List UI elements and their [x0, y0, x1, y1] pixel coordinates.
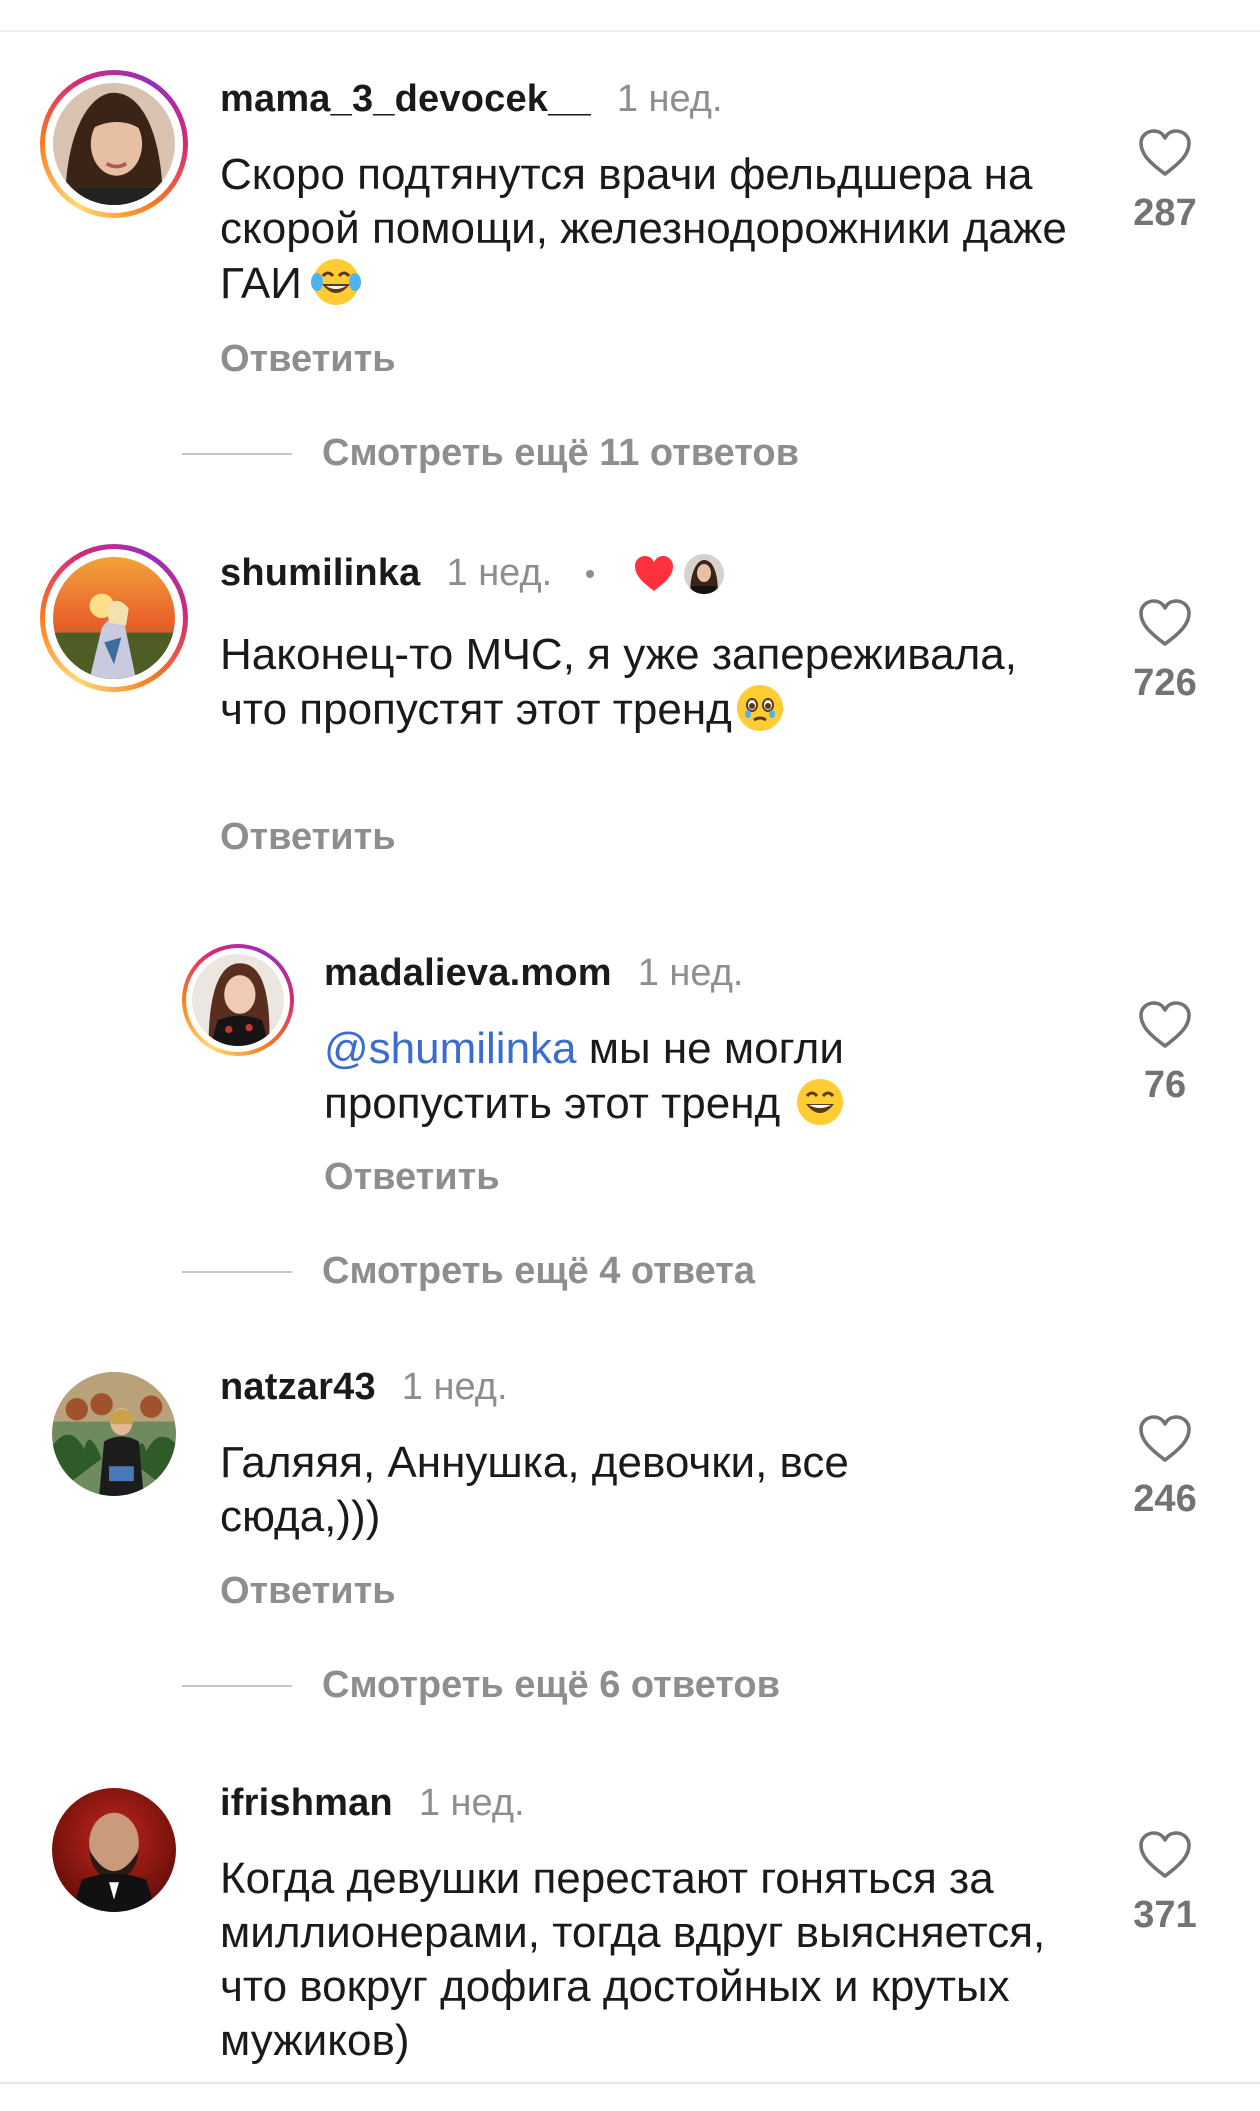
heart-icon[interactable]: [1137, 128, 1193, 178]
replies-divider-line: [182, 1270, 292, 1273]
timestamp: 1 нед.: [446, 552, 553, 594]
heart-icon[interactable]: [1137, 598, 1193, 648]
like-count: 726: [1133, 662, 1197, 704]
comment-body: Когда девушки перестают гоняться за милл…: [220, 1854, 1046, 2065]
timestamp: 1 нед.: [637, 952, 744, 994]
view-more-replies-label: Смотреть ещё 11 ответов: [322, 432, 799, 474]
heart-icon[interactable]: [1137, 1414, 1193, 1464]
grinning-face-with-smiling-eyes-icon: [797, 1079, 844, 1125]
view-more-replies-label: Смотреть ещё 6 ответов: [322, 1664, 780, 1706]
top-divider: [0, 30, 1260, 32]
liked-by-author-badge: [632, 553, 725, 594]
username[interactable]: madalieva.mom: [324, 952, 612, 995]
timestamp: 1 нед.: [616, 78, 723, 120]
comment-body: Галяяя, Аннушка, девочки, все сюда,))): [220, 1438, 849, 1541]
view-more-replies[interactable]: Смотреть ещё 11 ответов: [182, 432, 799, 475]
reply-button[interactable]: Ответить: [220, 1570, 396, 1613]
like-count: 76: [1143, 1064, 1187, 1106]
replies-divider-line: [182, 452, 292, 455]
avatar: [53, 557, 175, 679]
timestamp: 1 нед.: [401, 1366, 508, 1408]
comment-text: Наконец-то МЧС, я уже запереживала, что …: [220, 628, 1040, 737]
like-count: 246: [1133, 1478, 1197, 1520]
avatar-story-ring[interactable]: [40, 70, 188, 218]
like-count: 287: [1133, 192, 1197, 234]
face-holding-back-tears-icon: [736, 685, 783, 731]
avatar[interactable]: [52, 1788, 176, 1912]
username[interactable]: shumilinka: [220, 552, 421, 595]
username[interactable]: ifrishman: [220, 1782, 393, 1825]
view-more-replies-label: Смотреть ещё 4 ответа: [322, 1250, 755, 1292]
avatar-story-ring[interactable]: [182, 944, 294, 1056]
reply-button[interactable]: Ответить: [220, 816, 396, 859]
comment-text: Когда девушки перестают гоняться за милл…: [220, 1852, 1060, 2068]
avatar: [192, 954, 284, 1046]
like-count: 371: [1133, 1894, 1197, 1936]
separator-dot: [586, 569, 595, 578]
comment-text: Скоро подтянутся врачи фельдшера на скор…: [220, 148, 1080, 311]
comment-text: @shumilinka мы не могли пропустить этот …: [324, 1022, 1064, 1131]
author-avatar-mini: [684, 553, 725, 594]
view-more-replies[interactable]: Смотреть ещё 4 ответа: [182, 1250, 755, 1293]
username[interactable]: mama_3_devocek__: [220, 78, 591, 121]
view-more-replies[interactable]: Смотреть ещё 6 ответов: [182, 1664, 780, 1707]
avatar-story-ring[interactable]: [40, 544, 188, 692]
face-with-tears-of-joy-icon: [310, 259, 361, 305]
timestamp: 1 нед.: [418, 1782, 525, 1824]
reply-button[interactable]: Ответить: [324, 1156, 500, 1199]
replies-divider-line: [182, 1684, 292, 1687]
username[interactable]: natzar43: [220, 1366, 376, 1409]
avatar[interactable]: [52, 1372, 176, 1496]
heart-icon[interactable]: [1137, 1000, 1193, 1050]
comment-body: Наконец-то МЧС, я уже запереживала, что …: [220, 630, 1017, 734]
heart-filled-icon: [635, 555, 674, 591]
avatar: [53, 83, 175, 205]
bottom-divider: [0, 2082, 1260, 2084]
heart-icon[interactable]: [1137, 1830, 1193, 1880]
reply-button[interactable]: Ответить: [220, 338, 396, 381]
mention-link[interactable]: @shumilinka: [324, 1024, 577, 1073]
comment-text: Галяяя, Аннушка, девочки, все сюда,))): [220, 1436, 960, 1544]
